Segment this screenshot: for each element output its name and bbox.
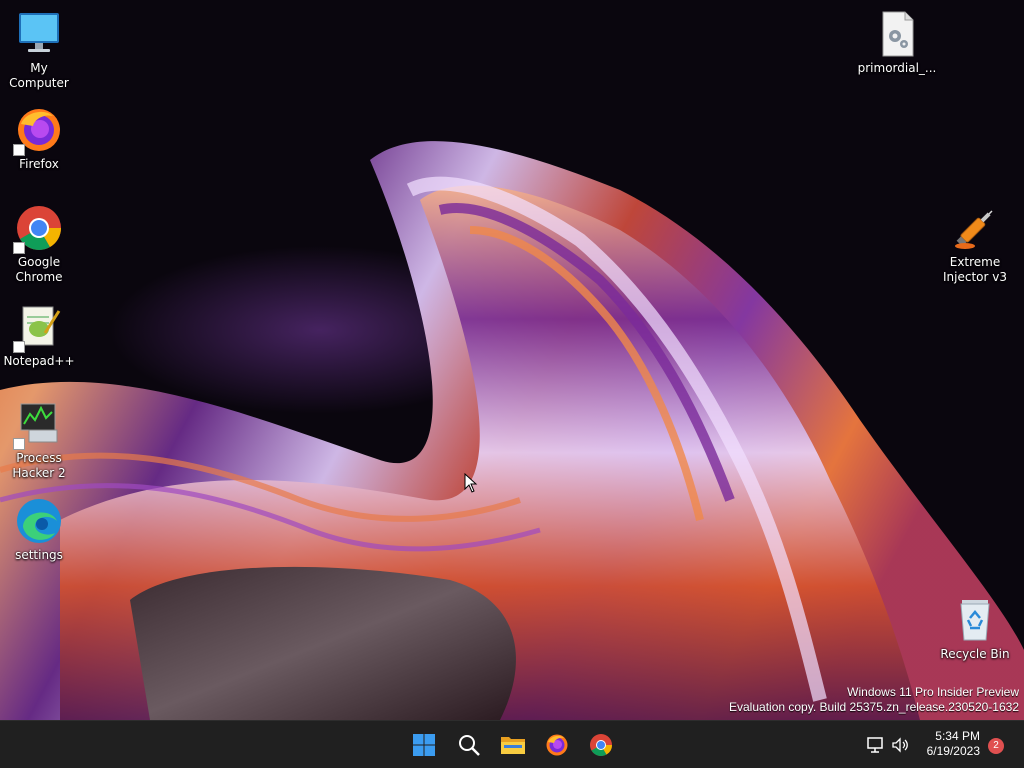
desktop-icon-label-line2: Chrome <box>15 270 63 284</box>
desktop-icon-label-line1: Process <box>16 451 62 465</box>
taskbar: 5:34 PM 6/19/2023 2 <box>0 720 1024 768</box>
shortcut-arrow-icon <box>13 341 25 353</box>
desktop-icon-label: primordial_... <box>857 61 937 75</box>
firefox-icon <box>13 106 63 156</box>
watermark-line2: Evaluation copy. Build 25375.zn_release.… <box>729 700 1019 714</box>
desktop-icon-google-chrome[interactable]: Google Chrome <box>0 204 78 285</box>
desktop-icon-label-line2: Hacker 2 <box>12 466 66 480</box>
desktop-icon-extreme-injector[interactable]: Extreme Injector v3 <box>936 204 1014 285</box>
desktop-icon-settings[interactable]: settings <box>0 497 78 563</box>
chrome-icon <box>590 734 612 756</box>
file-explorer-icon <box>501 737 525 754</box>
desktop-icon-process-hacker[interactable]: Process Hacker 2 <box>0 400 78 481</box>
recycle-bin-icon <box>951 596 999 644</box>
config-file-icon <box>873 10 921 58</box>
desktop-icon-recycle-bin[interactable]: Recycle Bin <box>936 596 1014 662</box>
wallpaper-image <box>0 141 1024 720</box>
volume-icon[interactable] <box>890 735 910 755</box>
desktop-icon-label-line1: Extreme <box>949 255 1001 269</box>
watermark-line1: Windows 11 Pro Insider Preview <box>847 685 1019 699</box>
firefox-icon <box>546 734 568 756</box>
desktop-icon-label: settings <box>15 548 63 562</box>
desktop-icon-label-line1: Google <box>17 255 61 269</box>
process-hacker-icon <box>13 400 63 450</box>
start-icon <box>413 734 435 756</box>
evaluation-watermark: Windows 11 Pro Insider Preview Evaluatio… <box>729 685 1019 715</box>
network-icon[interactable] <box>866 735 886 755</box>
desktop-icon-label: Recycle Bin <box>940 647 1010 661</box>
edge-icon <box>15 497 63 545</box>
syringe-icon <box>951 204 999 252</box>
desktop-icon-notepadpp[interactable]: Notepad++ <box>0 303 78 369</box>
notepadpp-icon <box>13 303 63 353</box>
desktop-icon-firefox[interactable]: Firefox <box>0 106 78 172</box>
monitor-icon <box>15 10 63 58</box>
system-clock[interactable]: 5:34 PM 6/19/2023 <box>927 729 980 759</box>
desktop[interactable]: My Computer Firefox Google Chrome Notepa… <box>0 0 1024 720</box>
desktop-icon-label-line2: Injector v3 <box>943 270 1007 284</box>
mouse-cursor-icon <box>464 473 478 493</box>
search-button[interactable] <box>451 727 487 763</box>
notification-badge[interactable]: 2 <box>988 738 1004 754</box>
file-explorer-button[interactable] <box>495 727 531 763</box>
firefox-taskbar-button[interactable] <box>539 727 575 763</box>
desktop-icon-label: Notepad++ <box>3 354 75 368</box>
chrome-taskbar-button[interactable] <box>583 727 619 763</box>
chrome-icon <box>13 204 63 254</box>
search-icon <box>459 735 480 756</box>
desktop-icon-primordial[interactable]: primordial_... <box>857 10 937 76</box>
clock-time: 5:34 PM <box>935 729 980 743</box>
desktop-icon-my-computer[interactable]: My Computer <box>0 10 78 91</box>
clock-date: 6/19/2023 <box>926 744 980 758</box>
shortcut-arrow-icon <box>13 242 25 254</box>
shortcut-arrow-icon <box>13 438 25 450</box>
desktop-icon-label: Firefox <box>19 157 59 171</box>
desktop-icon-label: My Computer <box>9 61 69 90</box>
shortcut-arrow-icon <box>13 144 25 156</box>
start-button[interactable] <box>406 727 442 763</box>
